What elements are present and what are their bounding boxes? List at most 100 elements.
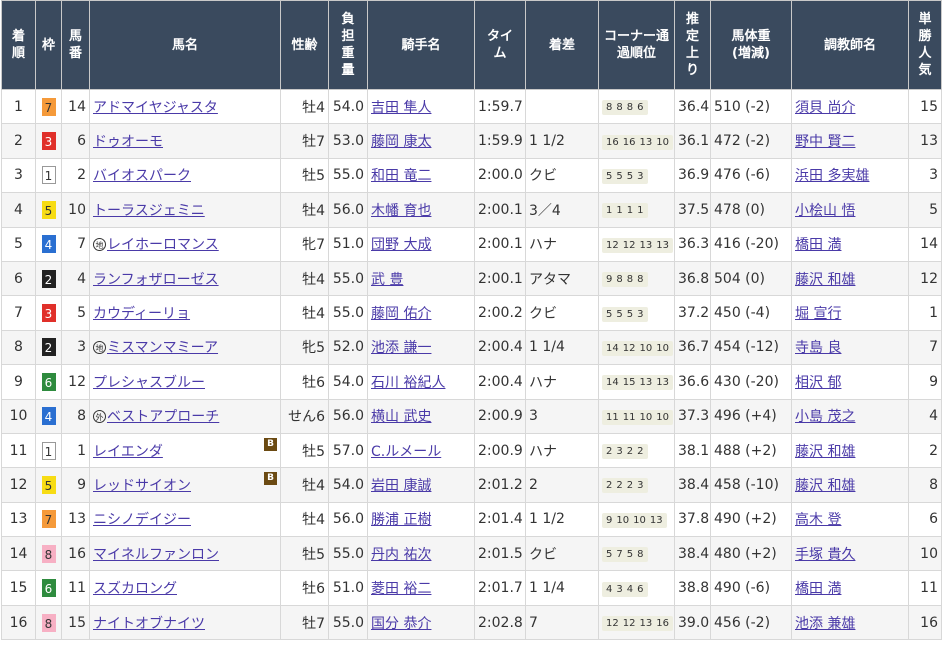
- sexage-value: せん6: [288, 409, 325, 426]
- header-rank: 着順: [1, 0, 36, 90]
- trainer-name-link[interactable]: 小桧山 悟: [795, 203, 855, 219]
- jockey-name-link[interactable]: 石川 裕紀人: [371, 375, 445, 391]
- popularity-value: 5: [929, 201, 938, 218]
- last3f-cell: 37.8: [674, 501, 711, 538]
- body-weight-value: 416 (-20): [714, 236, 779, 253]
- trainer-name-link[interactable]: 須貝 尚介: [795, 100, 855, 116]
- trainer-name-link[interactable]: 池添 兼雄: [795, 616, 855, 632]
- time-cell: 1:59.9: [474, 123, 526, 159]
- jockey-name-link[interactable]: 勝浦 正樹: [371, 512, 431, 528]
- margin-value: クビ: [529, 306, 557, 323]
- horse-name-link[interactable]: レッドサイオン: [93, 478, 191, 494]
- trainer-name-link[interactable]: 藤沢 和雄: [795, 444, 855, 460]
- trainer-name-link[interactable]: 寺島 良: [795, 340, 841, 356]
- jockey-name-link[interactable]: 横山 武史: [371, 409, 431, 425]
- jockey-cell: 池添 謙一: [367, 329, 475, 366]
- weight-cell: 55.0: [328, 536, 368, 572]
- body-cell: 496 (+4): [710, 398, 792, 434]
- rank-cell: 12: [1, 467, 36, 503]
- sexage-cell: 牡4: [280, 467, 329, 503]
- corner-position: 12: [622, 618, 636, 630]
- jockey-name-link[interactable]: 木幡 育也: [371, 203, 431, 219]
- margin-cell: 1 1/4: [525, 570, 599, 606]
- origin-mark-icon: 外: [93, 410, 106, 424]
- time-value: 1:59.9: [478, 133, 523, 150]
- trainer-name-link[interactable]: 高木 登: [795, 512, 841, 528]
- horse-name-link[interactable]: アドマイヤジャスタ: [93, 100, 218, 116]
- corner-position: 10: [656, 342, 669, 354]
- trainer-name-link[interactable]: 橋田 満: [795, 237, 841, 253]
- last3f-cell: 36.8: [674, 260, 711, 297]
- trainer-name-link[interactable]: 相沢 郁: [795, 375, 841, 391]
- last3f-value: 36.1: [678, 133, 710, 150]
- sexage-value: 牡6: [302, 374, 325, 391]
- jockey-name-link[interactable]: 池添 謙一: [371, 340, 431, 356]
- horse-name-link[interactable]: トーラスジェミニ: [93, 203, 205, 219]
- jockey-cell: 菱田 裕二: [367, 570, 475, 606]
- trainer-name-link[interactable]: 藤沢 和雄: [795, 478, 855, 494]
- horse-cell: プレシャスブルー: [89, 364, 281, 400]
- jockey-name-link[interactable]: 和田 竜二: [371, 168, 431, 184]
- jockey-name-link[interactable]: 岩田 康誠: [371, 478, 431, 494]
- horse-name-link[interactable]: レイエンダ: [93, 444, 163, 460]
- corner-position: 4: [606, 583, 613, 595]
- horse-cell: マイネルファンロン: [89, 536, 281, 572]
- sexage-cell: 牝5: [280, 329, 329, 366]
- jockey-name-link[interactable]: 藤岡 康太: [371, 134, 431, 150]
- jockey-name-link[interactable]: 菱田 裕二: [371, 581, 431, 597]
- jockey-name-link[interactable]: 国分 恭介: [371, 616, 431, 632]
- horse-name-link[interactable]: ニシノデイジー: [93, 512, 191, 528]
- trainer-name-link[interactable]: 藤沢 和雄: [795, 272, 855, 288]
- horse-name-link[interactable]: プレシャスブルー: [93, 375, 205, 391]
- horse-name-link[interactable]: ミスマンマミーア: [107, 340, 218, 356]
- corner-position: 2: [606, 446, 613, 458]
- corner-positions: 4346: [602, 581, 648, 597]
- rank-cell: 9: [1, 364, 36, 400]
- time-value: 2:00.9: [478, 442, 523, 459]
- corner-position: 13: [656, 377, 669, 389]
- horse-name-link[interactable]: レイホーロマンス: [107, 237, 219, 253]
- jockey-name-link[interactable]: 団野 大成: [371, 237, 431, 253]
- horse-name-link[interactable]: ベストアプローチ: [107, 409, 219, 425]
- umaban-value: 5: [77, 305, 86, 322]
- trainer-name-link[interactable]: 小島 茂之: [795, 409, 855, 425]
- trainer-name-link[interactable]: 堀 宣行: [795, 306, 841, 322]
- margin-value: クビ: [529, 546, 557, 563]
- umaban-value: 7: [77, 236, 86, 253]
- jockey-cell: 武 豊: [367, 260, 475, 297]
- margin-cell: アタマ: [525, 260, 599, 297]
- trainer-name-link[interactable]: 橋田 満: [795, 581, 841, 597]
- horse-name-link[interactable]: ナイトオブナイツ: [93, 616, 205, 632]
- jockey-name-link[interactable]: C.ルメール: [371, 444, 441, 460]
- jockey-name-link[interactable]: 吉田 隼人: [371, 100, 431, 116]
- waku-badge: 6: [41, 372, 56, 391]
- waku-cell: 1: [35, 432, 62, 469]
- sexage-cell: 牡5: [280, 157, 329, 194]
- jockey-cell: 木幡 育也: [367, 192, 475, 228]
- horse-name-link[interactable]: バイオスパーク: [93, 168, 191, 184]
- horse-name-link[interactable]: スズカロング: [93, 581, 177, 597]
- trainer-name-link[interactable]: 手塚 貴久: [795, 547, 855, 563]
- trainer-name-link[interactable]: 野中 賢二: [795, 134, 855, 150]
- corner-positions: 16 16 13 10: [602, 134, 673, 150]
- corner-position: 8: [616, 274, 623, 286]
- rank-cell: 6: [1, 260, 36, 297]
- trainer-cell: 野中 賢二: [791, 123, 909, 159]
- jockey-name-link[interactable]: 藤岡 佑介: [371, 306, 431, 322]
- trainer-name-link[interactable]: 浜田 多実雄: [795, 168, 869, 184]
- horse-name-link[interactable]: マイネルファンロン: [93, 547, 219, 563]
- corner-position: 8: [637, 549, 644, 561]
- horse-name-link[interactable]: ランフォザローゼス: [93, 272, 219, 288]
- rank-cell: 1: [1, 88, 36, 125]
- corner-cell: 1111: [598, 192, 675, 228]
- rank-value: 10: [9, 408, 28, 425]
- rank-cell: 4: [1, 192, 36, 228]
- horse-name-link[interactable]: カウディーリョ: [93, 306, 190, 322]
- umaban-value: 4: [77, 270, 86, 287]
- sexage-value: 牡5: [302, 168, 325, 185]
- horse-name-link[interactable]: ドゥオーモ: [93, 134, 163, 150]
- jockey-name-link[interactable]: 丹内 祐次: [371, 547, 431, 563]
- corner-positions: 14 15 13 13: [602, 375, 673, 391]
- jockey-name-link[interactable]: 武 豊: [371, 272, 403, 288]
- last3f-cell: 36.9: [674, 157, 711, 194]
